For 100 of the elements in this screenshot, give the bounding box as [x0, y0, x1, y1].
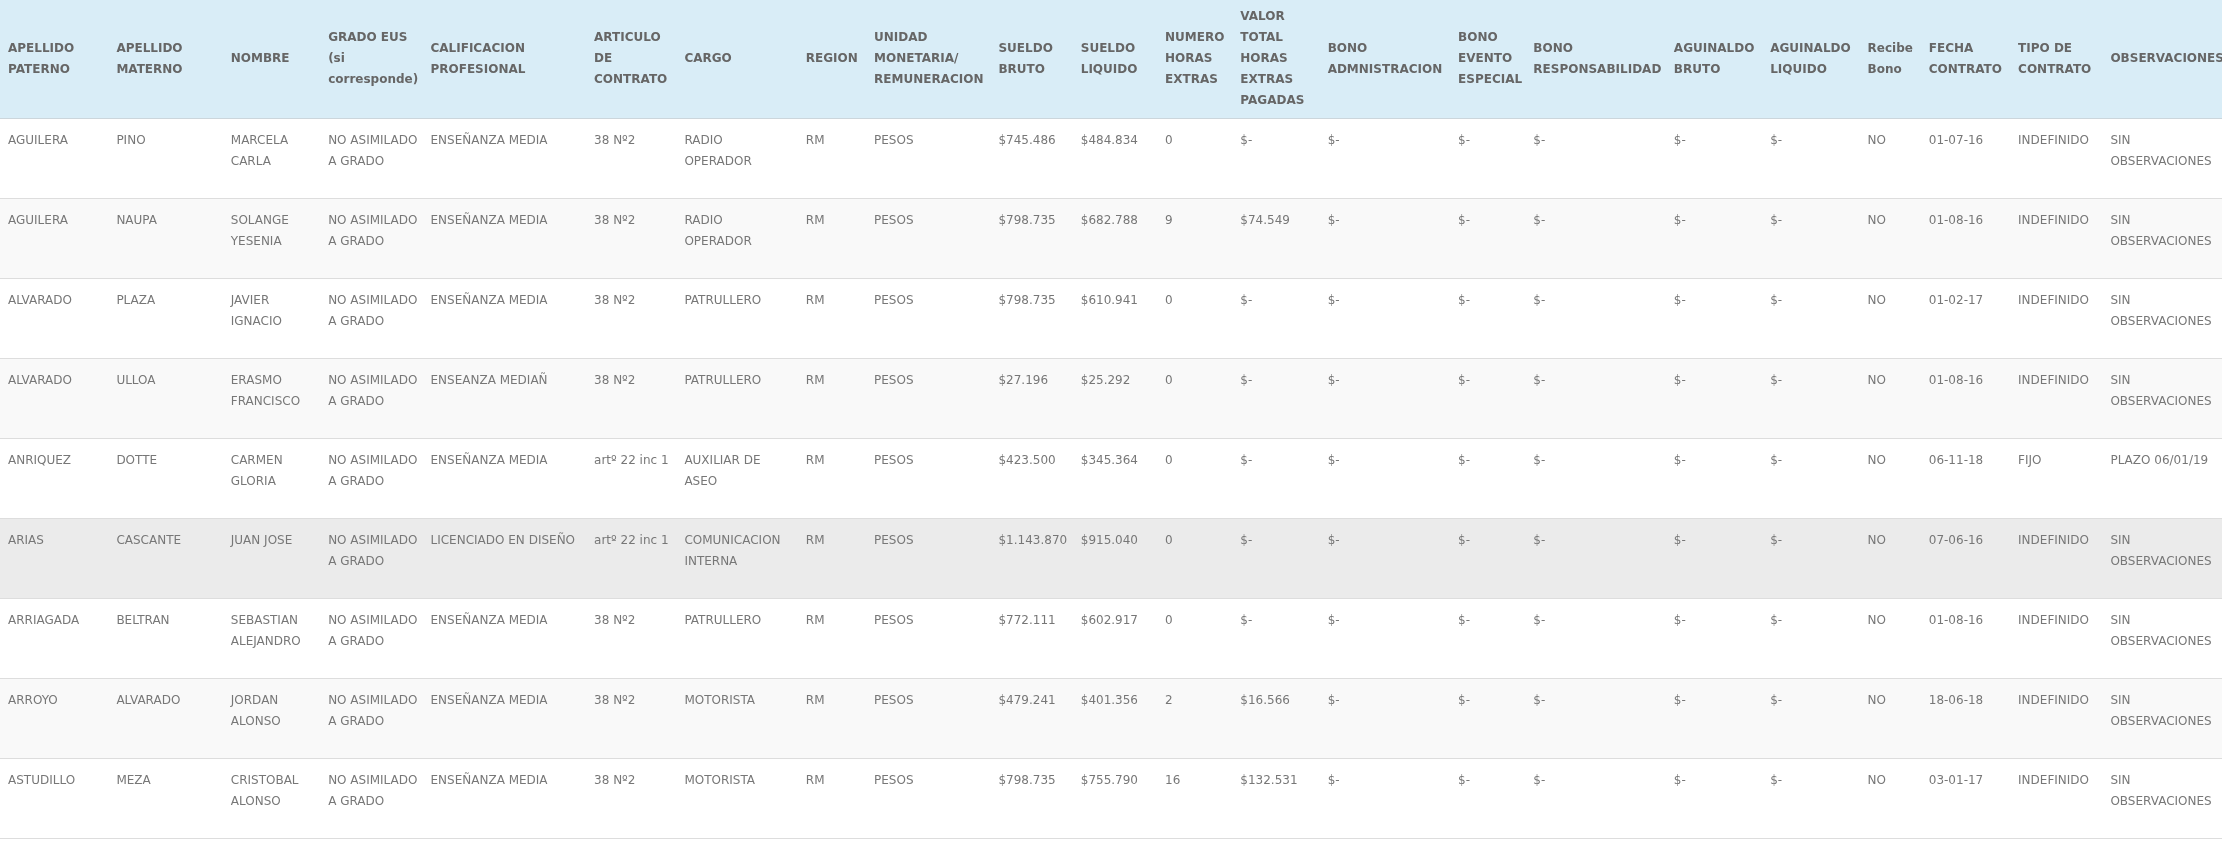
table-cell: ENSEÑANZA MEDIA — [430, 612, 548, 627]
table-cell: 0 — [1165, 132, 1173, 147]
table-cell: ULLOA — [116, 372, 156, 387]
column-header: SUELDO LIQUIDO — [1080, 40, 1138, 76]
table-cell: PESOS — [874, 452, 914, 467]
table-row[interactable]: ARRIAGADA BELTRAN SEBASTIAN ALEJANDRO NO ASIMILADO A GRADO ENSEÑANZA MEDIA 38 Nº2 PATRULLERO RM PESOS $772.111 $602.917 0 $- $- $- $- $- $- NO 01-08-16 INDEFINIDO SIN OBSERVACIONES — [0, 598, 2222, 678]
table-cell: $- — [1770, 212, 1783, 227]
table-row[interactable]: ANRIQUEZ DOTTE CARMEN GLORIA NO ASIMILADO A GRADO ENSEÑANZA MEDIA artº 22 inc 1 AUXILIAR DE ASEO RM PESOS $423.500 $345.364 0 $- $- $- $- $- $- NO 06-11-18 FIJO PLAZO 06/01/19 — [0, 438, 2222, 518]
column-header: BONO ADMNISTRACION — [1327, 40, 1443, 76]
table-cell: $- — [1458, 772, 1471, 787]
table-row[interactable]: ALVARADO PLAZA JAVIER IGNACIO NO ASIMILADO A GRADO ENSEÑANZA MEDIA 38 Nº2 PATRULLERO RM PESOS $798.735 $610.941 0 $- $- $- $- $- $- NO 01-02-17 INDEFINIDO SIN OBSERVACIONES — [0, 278, 2222, 358]
table-cell: 18-06-18 — [1928, 692, 1984, 707]
table-cell: $- — [1533, 772, 1546, 787]
table-cell: 38 Nº2 — [594, 132, 636, 147]
table-cell: $- — [1458, 212, 1471, 227]
table-cell: NO — [1867, 372, 1886, 387]
table-cell: $132.531 — [1240, 772, 1298, 787]
table-row[interactable]: ARROYO ALVARADO JORDAN ALONSO NO ASIMILADO A GRADO ENSEÑANZA MEDIA 38 Nº2 MOTORISTA RM PESOS $479.241 $401.356 2 $16.566 $- $- $- $- $- NO 18-06-18 INDEFINIDO SIN OBSERVACIONES — [0, 678, 2222, 758]
table-cell: $- — [1673, 692, 1686, 707]
table-cell: RM — [805, 532, 825, 547]
table-cell: $- — [1327, 532, 1340, 547]
table-cell: DOTTE — [116, 452, 158, 467]
table-cell: SIN OBSERVACIONES — [2110, 532, 2212, 568]
table-cell: RM — [805, 292, 825, 307]
table-cell: 0 — [1165, 372, 1173, 387]
table-cell: 01-08-16 — [1928, 372, 1984, 387]
table-cell: INDEFINIDO — [2018, 612, 2090, 627]
table-cell: $798.735 — [998, 772, 1056, 787]
table-cell: $755.790 — [1080, 772, 1138, 787]
column-header: FECHA CONTRATO — [1928, 40, 2002, 76]
table-cell: INDEFINIDO — [2018, 372, 2090, 387]
table-cell: AGUILERA — [8, 132, 68, 147]
table-cell: $- — [1673, 212, 1686, 227]
table-cell: SIN OBSERVACIONES — [2110, 292, 2212, 328]
table-cell: AGUILERA — [8, 212, 68, 227]
table-cell: 0 — [1165, 612, 1173, 627]
table-cell: $- — [1458, 132, 1471, 147]
table-cell: ENSEÑANZA MEDIA — [430, 212, 548, 227]
table-cell: JORDAN ALONSO — [230, 692, 281, 728]
table-cell: $27.196 — [998, 372, 1049, 387]
table-cell: $- — [1327, 772, 1340, 787]
table-cell: $25.292 — [1080, 372, 1131, 387]
table-cell: RM — [805, 452, 825, 467]
table-cell: INDEFINIDO — [2018, 212, 2090, 227]
table-cell: LICENCIADO EN DISEÑO — [430, 532, 576, 547]
table-cell: $- — [1240, 132, 1253, 147]
table-cell: 38 Nº2 — [594, 612, 636, 627]
table-cell: SIN OBSERVACIONES — [2110, 372, 2212, 408]
table-cell: $610.941 — [1080, 292, 1138, 307]
table-cell: $- — [1673, 132, 1686, 147]
table-cell: 0 — [1165, 532, 1173, 547]
table-cell: $- — [1673, 372, 1686, 387]
table-row[interactable]: AGUILERA NAUPA SOLANGE YESENIA NO ASIMILADO A GRADO ENSEÑANZA MEDIA 38 Nº2 RADIO OPERADOR RM PESOS $798.735 $682.788 9 $74.549 $- $- $- $- $- NO 01-08-16 INDEFINIDO SIN OBSERVACIONES — [0, 198, 2222, 278]
table-cell: artº 22 inc 1 — [594, 452, 669, 467]
table-cell: 16 — [1165, 772, 1181, 787]
table-cell: NO — [1867, 292, 1886, 307]
table-cell: FIJO — [2018, 452, 2042, 467]
table-row[interactable]: ASTUDILLO MEZA CRISTOBAL ALONSO NO ASIMILADO A GRADO ENSEÑANZA MEDIA 38 Nº2 MOTORISTA RM PESOS $798.735 $755.790 16 $132.531 $- $- $- $- $- NO 03-01-17 INDEFINIDO SIN OBSERVACIONES — [0, 758, 2222, 838]
table-cell: NO ASIMILADO A GRADO — [328, 292, 418, 328]
table-cell: $- — [1770, 452, 1783, 467]
table-cell: AUXILIAR DE ASEO — [684, 452, 761, 488]
table-cell: artº 22 inc 1 — [594, 532, 669, 547]
table-cell: 0 — [1165, 452, 1173, 467]
table-cell: ENSEÑANZA MEDIA — [430, 772, 548, 787]
table-cell: ENSEÑANZA MEDIA — [430, 292, 548, 307]
column-header: CARGO — [684, 51, 732, 66]
table-cell: 03-01-17 — [1928, 772, 1984, 787]
table-cell: $- — [1673, 292, 1686, 307]
table-cell: $- — [1240, 452, 1253, 467]
table-cell: 38 Nº2 — [594, 292, 636, 307]
table-cell: RM — [805, 692, 825, 707]
table-cell: PLAZO 06/01/19 — [2110, 452, 2209, 467]
table-cell: ARROYO — [8, 692, 58, 707]
table-cell: MEZA — [116, 772, 151, 787]
table-cell: 38 Nº2 — [594, 372, 636, 387]
table-cell: CARMEN GLORIA — [230, 452, 283, 488]
table-cell: NO — [1867, 452, 1886, 467]
table-cell: $- — [1327, 452, 1340, 467]
table-cell: $- — [1327, 212, 1340, 227]
table-cell: PESOS — [874, 772, 914, 787]
table-cell: INDEFINIDO — [2018, 132, 2090, 147]
table-cell: 01-08-16 — [1928, 212, 1984, 227]
table-cell: $- — [1240, 372, 1253, 387]
table-cell: $345.364 — [1080, 452, 1138, 467]
table-cell: $772.111 — [998, 612, 1056, 627]
table-cell: $- — [1458, 292, 1471, 307]
table-cell: ARIAS — [8, 532, 44, 547]
column-header: CALIFICACION PROFESIONAL — [430, 40, 526, 76]
table-cell: NO ASIMILADO A GRADO — [328, 612, 418, 648]
column-header: AGUINALDO LIQUIDO — [1770, 40, 1851, 76]
table-cell: ENSEÑANZA MEDIA — [430, 692, 548, 707]
table-cell: $- — [1770, 372, 1783, 387]
table-cell: PINO — [116, 132, 146, 147]
table-cell: NO ASIMILADO A GRADO — [328, 692, 418, 728]
table-cell: SIN OBSERVACIONES — [2110, 132, 2212, 168]
table-cell: $16.566 — [1240, 692, 1290, 707]
table-row[interactable]: ALVARADO ULLOA ERASMO FRANCISCO NO ASIMILADO A GRADO ENSEANZA MEDIAÑ 38 Nº2 PATRULLERO RM PESOS $27.196 $25.292 0 $- $- $- $- $- $- NO 01-08-16 INDEFINIDO SIN OBSERVACIONES — [0, 358, 2222, 438]
table-row[interactable]: AGUILERA PINO MARCELA CARLA NO ASIMILADO A GRADO ENSEÑANZA MEDIA 38 Nº2 RADIO OPERADOR RM PESOS $745.486 $484.834 0 $- $- $- $- $- $- NO 01-07-16 INDEFINIDO SIN OBSERVACIONES — [0, 118, 2222, 198]
table-cell: $479.241 — [998, 692, 1056, 707]
table-cell: 01-08-16 — [1928, 612, 1984, 627]
